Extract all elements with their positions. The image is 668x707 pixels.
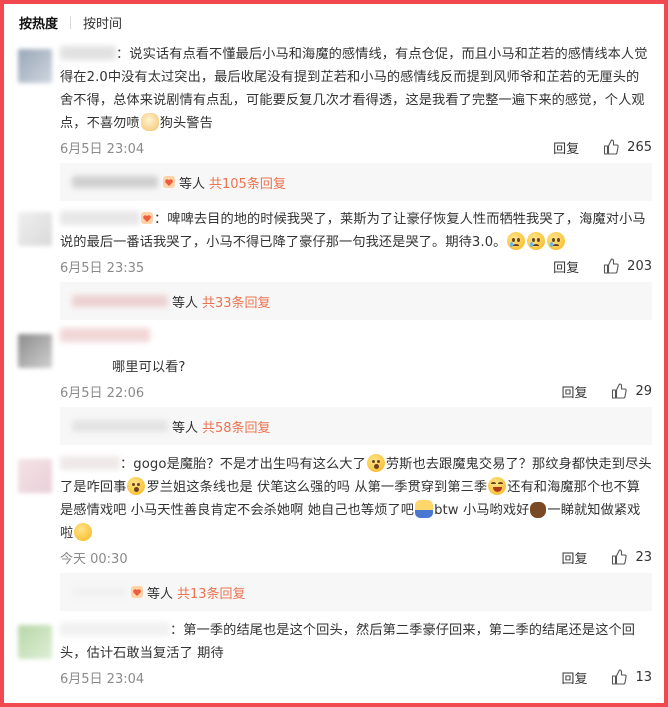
sub-replies-label: 等人 [147, 586, 174, 602]
sub-replies-summary[interactable]: 等人 共33条回复 [60, 282, 652, 320]
shrug-emoji-icon [415, 500, 434, 518]
laughing-emoji-icon [488, 477, 507, 495]
avatar[interactable] [18, 625, 52, 659]
avatar[interactable] [18, 334, 52, 368]
like-count: 13 [635, 669, 652, 685]
reply-button[interactable]: 回复 [561, 548, 587, 567]
reply-button[interactable]: 回复 [561, 668, 587, 687]
thumbs-up-icon [612, 549, 628, 565]
username-blurred[interactable] [60, 46, 116, 60]
like-count: 203 [627, 258, 652, 274]
avatar[interactable] [18, 459, 52, 493]
comment-meta: 6月5日 23:04 回复 265 [60, 135, 652, 159]
comment-time: 6月5日 23:04 [60, 671, 145, 687]
comment-item: ：说实话有点看不懂最后小马和海魔的感情线，有点仓促，而且小马和芷若的感情线本人觉… [18, 43, 652, 201]
thinking-emoji-icon [366, 454, 385, 472]
thumbs-up-icon [604, 258, 619, 274]
thinking-emoji-icon [127, 477, 146, 495]
dog-head-emoji-icon [140, 113, 159, 131]
view-replies-link[interactable]: 共13条回复 [177, 583, 246, 602]
sub-replies-summary[interactable]: 等人 共58条回复 [60, 407, 652, 445]
sub-replies-label: 等人 [179, 176, 206, 192]
view-replies-link[interactable]: 共58条回复 [202, 417, 271, 436]
avatar[interactable] [18, 212, 52, 246]
username-blurred[interactable] [60, 456, 120, 470]
heart-badge-icon [130, 585, 144, 599]
reply-users-blurred [72, 295, 168, 307]
like-button[interactable]: 29 [611, 383, 652, 399]
like-button[interactable]: 203 [603, 258, 652, 274]
like-count: 23 [635, 549, 652, 565]
heart-badge-icon [140, 210, 154, 224]
comment-text: ：啤啤去目的地的时候我哭了，莱斯为了让豪仔恢复人性而牺牲我哭了，海魔对小马说的最… [60, 210, 646, 250]
comment-time: 6月5日 23:35 [60, 260, 145, 276]
like-button[interactable]: 265 [603, 139, 652, 155]
thumbs-up-icon [612, 669, 628, 685]
comment-time: 6月5日 23:04 [60, 141, 145, 157]
crying-emoji-icon [507, 232, 526, 250]
comment-item: 哪里可以看? 6月5日 22:06 回复 29 等人 共58条回复 [18, 328, 652, 445]
thumbs-up-icon [612, 383, 628, 399]
comment-time: 6月5日 22:06 [60, 385, 145, 401]
reply-button[interactable]: 回复 [553, 257, 579, 276]
comment-text: ：gogo是魔胎？不是才出生吗有这么大了 劳斯也去跟魔鬼交易了？那纹身都快走到尽头… [60, 453, 652, 545]
like-button[interactable]: 23 [611, 549, 652, 565]
username-blurred[interactable] [60, 211, 140, 225]
comment-list: ：说实话有点看不懂最后小马和海魔的感情线，有点仓促，而且小马和芷若的感情线本人觉… [18, 43, 652, 689]
hugging-emoji-icon [74, 523, 93, 541]
sub-replies-label: 等人 [172, 295, 199, 311]
crying-emoji-icon [547, 232, 566, 250]
poop-emoji-icon [530, 502, 547, 518]
like-count: 29 [635, 383, 652, 399]
comment-meta: 6月5日 23:35 回复 203 [60, 254, 652, 278]
like-count: 265 [627, 139, 652, 155]
view-replies-link[interactable]: 共33条回复 [202, 292, 271, 311]
sort-tabs: 按热度 按时间 [18, 4, 652, 40]
reply-users-blurred [72, 420, 168, 432]
comments-page: 按热度 按时间 ：说实话有点看不懂最后小马和海魔的感情线，有点仓促，而且小马和芷… [4, 4, 664, 703]
comment-item: ：gogo是魔胎？不是才出生吗有这么大了 劳斯也去跟魔鬼交易了？那纹身都快走到尽头… [18, 453, 652, 611]
username-blurred[interactable] [60, 328, 150, 342]
view-replies-link[interactable]: 共105条回复 [209, 173, 286, 192]
tab-sort-by-hot[interactable]: 按热度 [19, 13, 58, 32]
reply-button[interactable]: 回复 [561, 382, 587, 401]
crying-emoji-icon [527, 232, 546, 250]
sub-replies-label: 等人 [172, 420, 199, 436]
reply-users-blurred [72, 586, 126, 598]
like-button[interactable]: 13 [611, 669, 652, 685]
username-blurred[interactable] [60, 622, 170, 636]
comment-text: ：说实话有点看不懂最后小马和海魔的感情线，有点仓促，而且小马和芷若的感情线本人觉… [60, 46, 648, 131]
tab-sort-by-time[interactable]: 按时间 [83, 13, 122, 32]
thumbs-up-icon [604, 139, 619, 155]
avatar[interactable] [18, 49, 52, 83]
tab-divider [70, 15, 72, 29]
reply-button[interactable]: 回复 [553, 138, 579, 157]
sub-replies-summary[interactable]: 等人 共105条回复 [60, 163, 652, 201]
comment-text: 哪里可以看? [60, 328, 652, 379]
sub-replies-summary[interactable]: 等人 共13条回复 [60, 573, 652, 611]
comment-item: ：啤啤去目的地的时候我哭了，莱斯为了让豪仔恢复人性而牺牲我哭了，海魔对小马说的最… [18, 208, 652, 320]
heart-badge-icon [162, 175, 176, 189]
reply-users-blurred [72, 176, 158, 188]
comment-meta: 今天 00:30 回复 23 [60, 545, 652, 569]
comment-meta: 6月5日 23:04 回复 13 [60, 665, 652, 689]
comment-item: ：第一季的结尾也是这个回头，然后第二季豪仔回来，第二季的结尾还是这个回头，估计石… [18, 619, 652, 689]
comment-meta: 6月5日 22:06 回复 29 [60, 379, 652, 403]
comment-time: 今天 00:30 [60, 551, 128, 567]
comment-text: ：第一季的结尾也是这个回头，然后第二季豪仔回来，第二季的结尾还是这个回头，估计石… [60, 622, 636, 661]
